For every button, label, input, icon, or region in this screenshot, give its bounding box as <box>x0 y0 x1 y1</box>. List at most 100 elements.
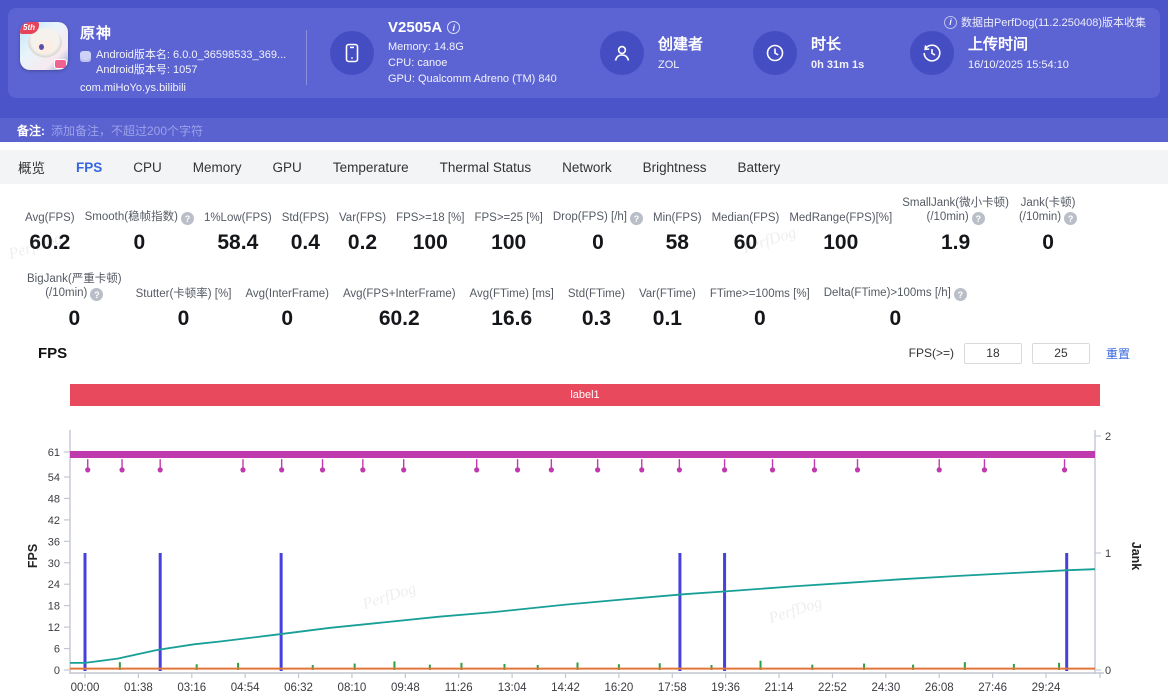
creator-section: 创建者 ZOL <box>600 8 703 98</box>
stat-value: 0 <box>136 306 232 332</box>
stat-label: FPS>=25 [%] <box>474 211 542 225</box>
spacer <box>0 142 1168 150</box>
app-icon: 5th <box>20 22 68 70</box>
tab-fps[interactable]: FPS <box>76 160 102 175</box>
svg-text:36: 36 <box>48 536 60 548</box>
svg-text:22:52: 22:52 <box>818 682 847 694</box>
svg-text:18: 18 <box>48 601 60 613</box>
help-icon[interactable]: ? <box>90 288 103 301</box>
note-bar[interactable]: 备注: 添加备注，不超过200个字符 <box>0 118 1168 142</box>
stat-label: Drop(FPS) [/h]? <box>553 210 643 226</box>
tab-brightness[interactable]: Brightness <box>643 160 707 175</box>
svg-text:24: 24 <box>48 579 60 591</box>
stat-value: 58 <box>653 230 702 256</box>
stat-label: FTime>=100ms [%] <box>710 287 810 301</box>
tab-gpu[interactable]: GPU <box>273 160 302 175</box>
stat-small-jank: SmallJank(微小卡顿)(/10min)? 1.9 <box>897 196 1014 257</box>
svg-text:00:00: 00:00 <box>71 682 100 694</box>
help-icon[interactable]: ? <box>972 212 985 225</box>
stat-fps-ge-18: FPS>=18 [%]100 <box>391 211 469 256</box>
android-version-code: Android版本号: 1057 <box>96 63 286 78</box>
fps-threshold-input-2[interactable] <box>1032 343 1090 364</box>
tab-bar: 概览 FPS CPU Memory GPU Temperature Thermal Stat… <box>0 150 1168 184</box>
tab-memory[interactable]: Memory <box>193 160 242 175</box>
svg-text:21:14: 21:14 <box>765 682 794 694</box>
svg-text:0: 0 <box>1105 665 1111 677</box>
info-icon: i <box>944 16 957 29</box>
reset-link[interactable]: 重置 <box>1106 345 1130 362</box>
upload-label: 上传时间 <box>968 33 1069 54</box>
fps-threshold-filter: FPS(>=) 重置 <box>909 343 1130 364</box>
svg-text:13:04: 13:04 <box>498 682 527 694</box>
android-icon <box>80 51 91 62</box>
fps-chart-svg[interactable]: 0612182430364248546101200:0001:3803:1604… <box>0 422 1168 698</box>
header-divider <box>306 30 307 85</box>
stat-label: Median(FPS) <box>712 211 780 225</box>
tab-battery[interactable]: Battery <box>737 160 780 175</box>
stat-label: Smooth(稳帧指数)? <box>85 210 194 226</box>
tab-概览[interactable]: 概览 <box>18 157 45 177</box>
tab-temperature[interactable]: Temperature <box>333 160 409 175</box>
stat-value: 0.3 <box>568 306 625 332</box>
help-icon[interactable]: ? <box>630 212 643 225</box>
stat-drop-fps: Drop(FPS) [/h]?0 <box>548 210 648 257</box>
stat-big-jank: BigJank(严重卡顿)(/10min)?0 <box>20 272 129 333</box>
svg-text:29:24: 29:24 <box>1032 682 1061 694</box>
app-name: 原神 <box>80 22 286 43</box>
duration-label: 时长 <box>811 33 864 54</box>
stat-avg-fps: Avg(FPS)60.2 <box>20 211 80 256</box>
stat-value: 1.9 <box>902 230 1009 256</box>
help-icon[interactable]: ? <box>954 288 967 301</box>
svg-text:12: 12 <box>48 622 60 634</box>
svg-text:6: 6 <box>54 644 60 656</box>
clock-icon <box>753 31 797 75</box>
svg-text:16:20: 16:20 <box>604 682 633 694</box>
fps-threshold-input-1[interactable] <box>964 343 1022 364</box>
tab-network[interactable]: Network <box>562 160 612 175</box>
stat-value: 100 <box>789 230 892 256</box>
stat-fps-ge-25: FPS>=25 [%] 100 <box>469 211 547 256</box>
stat-label: 1%Low(FPS) <box>204 211 272 225</box>
help-icon[interactable]: ? <box>1064 212 1077 225</box>
tab-cpu[interactable]: CPU <box>133 160 162 175</box>
note-label: 备注: <box>17 122 45 139</box>
user-icon <box>600 31 644 75</box>
stat-stutter: Stutter(卡顿率) [%]0 <box>129 287 239 332</box>
app-package: com.miHoYo.ys.bilibili <box>80 82 286 94</box>
svg-text:26:08: 26:08 <box>925 682 954 694</box>
stat-min-fps: Min(FPS)58 <box>648 211 707 256</box>
svg-text:24:30: 24:30 <box>871 682 900 694</box>
device-model: V2505A <box>388 19 442 36</box>
stat-label: Std(FPS) <box>282 211 329 225</box>
svg-text:03:16: 03:16 <box>177 682 206 694</box>
stat-delta-ftime: Delta(FTime)>100ms [/h]?0 <box>817 286 974 333</box>
chart-label-band[interactable]: label1 <box>70 384 1100 406</box>
stat-label: SmallJank(微小卡顿)(/10min)? <box>902 196 1009 226</box>
bilibili-badge-icon <box>54 59 67 69</box>
fps-filter-label: FPS(>=) <box>909 346 954 360</box>
help-icon[interactable]: ? <box>181 212 194 225</box>
device-info-section: V2505A i Memory: 14.8G CPU: canoe GPU: Q… <box>330 8 557 98</box>
svg-text:04:54: 04:54 <box>231 682 260 694</box>
device-info-icon[interactable]: i <box>447 21 460 34</box>
svg-text:61: 61 <box>48 447 60 459</box>
stat-value: 0 <box>1019 230 1077 256</box>
fps-chart[interactable]: 0612182430364248546101200:0001:3803:1604… <box>0 422 1168 698</box>
creator-value: ZOL <box>658 57 703 73</box>
tab-thermal-status[interactable]: Thermal Status <box>440 160 532 175</box>
history-clock-icon <box>910 31 954 75</box>
stat-value: 100 <box>474 230 542 256</box>
stat-value: 0.4 <box>282 230 329 256</box>
svg-text:54: 54 <box>48 472 60 484</box>
creator-label: 创建者 <box>658 33 703 54</box>
stat-avg-interframe: Avg(InterFrame)0 <box>238 287 336 332</box>
stat-label: Jank(卡顿)(/10min)? <box>1019 196 1077 226</box>
stat-var-ftime: Var(FTime)0.1 <box>632 287 703 332</box>
stat-std-ftime: Std(FTime) 0.3 <box>561 287 632 332</box>
svg-text:FPS: FPS <box>26 544 40 568</box>
stat-value: 0 <box>27 306 122 332</box>
app-info-section: 5th 原神 Android版本名: 6.0.0_36598533_369...… <box>20 22 286 112</box>
stat-label: Std(FTime) <box>568 287 625 301</box>
svg-text:19:36: 19:36 <box>711 682 740 694</box>
svg-text:14:42: 14:42 <box>551 682 580 694</box>
